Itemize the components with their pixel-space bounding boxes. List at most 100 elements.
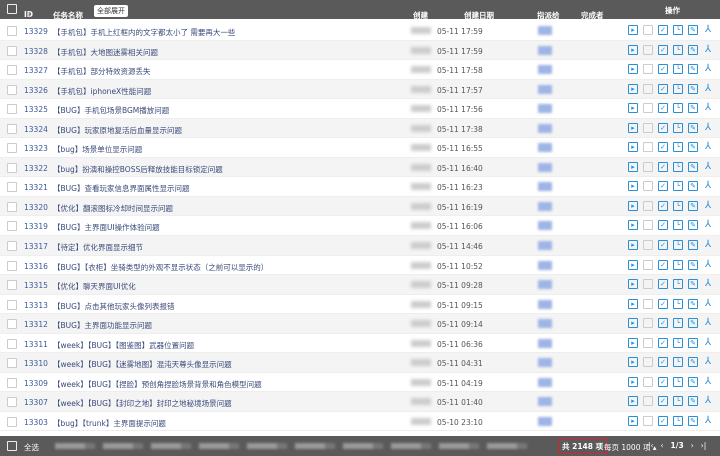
row-checkbox[interactable]	[7, 65, 17, 76]
check-icon[interactable]: ✓	[658, 376, 668, 387]
pause-icon[interactable]	[643, 83, 653, 94]
task-id[interactable]: 13310	[24, 359, 48, 368]
pause-icon[interactable]	[643, 200, 653, 211]
pause-icon[interactable]	[643, 396, 653, 407]
clock-icon[interactable]: └	[673, 122, 683, 133]
tree-icon[interactable]: ⅄	[703, 64, 713, 74]
task-name[interactable]: 【BUG】查看玩家信息界面属性显示问题	[53, 183, 189, 194]
edit-icon[interactable]: ✎	[688, 240, 698, 251]
pause-icon[interactable]	[643, 279, 653, 290]
check-icon[interactable]: ✓	[658, 415, 668, 426]
clock-icon[interactable]: └	[673, 220, 683, 231]
first-page-button[interactable]: |‹	[648, 441, 654, 450]
task-id[interactable]: 13316	[24, 262, 48, 271]
edit-icon[interactable]: ✎	[688, 259, 698, 270]
task-name[interactable]: 【手机包】大地图迷雾相关问题	[53, 47, 158, 58]
row-checkbox[interactable]	[7, 299, 17, 310]
tree-icon[interactable]: ⅄	[703, 279, 713, 289]
expand-all-button[interactable]: 全部展开	[94, 5, 128, 17]
clock-icon[interactable]: └	[673, 200, 683, 211]
task-name[interactable]: 【BUG】玩家原地复活后血量显示问题	[53, 125, 182, 136]
play-icon[interactable]: ▸	[628, 200, 638, 211]
tree-icon[interactable]: ⅄	[703, 396, 713, 406]
edit-icon[interactable]: ✎	[688, 44, 698, 55]
tree-icon[interactable]: ⅄	[703, 376, 713, 387]
check-icon[interactable]: ✓	[658, 122, 668, 133]
task-name[interactable]: 【week】【BUG】【捏脸】预创角捏脸场景背景和角色模型问题	[53, 379, 262, 390]
check-icon[interactable]: ✓	[658, 64, 668, 75]
task-id[interactable]: 13325	[24, 105, 48, 114]
task-name[interactable]: 【手机包】手机上红框内的文字都太小了 需要再大一些	[53, 27, 235, 38]
check-icon[interactable]: ✓	[658, 240, 668, 251]
clock-icon[interactable]: └	[673, 44, 683, 55]
edit-icon[interactable]: ✎	[688, 357, 698, 368]
task-name[interactable]: 【BUG】主界面功能显示问题	[53, 320, 152, 331]
task-id[interactable]: 13312	[24, 320, 48, 329]
task-id[interactable]: 13317	[24, 242, 48, 251]
play-icon[interactable]: ▸	[628, 142, 638, 153]
clock-icon[interactable]: └	[673, 279, 683, 290]
tree-icon[interactable]: ⅄	[703, 415, 713, 426]
pause-icon[interactable]	[643, 337, 653, 348]
task-id[interactable]: 13319	[24, 222, 48, 231]
check-icon[interactable]: ✓	[658, 103, 668, 114]
clock-icon[interactable]: └	[673, 259, 683, 270]
tree-icon[interactable]: ⅄	[703, 122, 713, 133]
play-icon[interactable]: ▸	[628, 298, 638, 309]
check-icon[interactable]: ✓	[658, 318, 668, 329]
play-icon[interactable]: ▸	[628, 103, 638, 114]
play-icon[interactable]: ▸	[628, 181, 638, 192]
check-icon[interactable]: ✓	[658, 44, 668, 55]
check-icon[interactable]: ✓	[658, 25, 668, 35]
pause-icon[interactable]	[643, 415, 653, 426]
task-id[interactable]: 13323	[24, 144, 48, 153]
task-id[interactable]: 13322	[24, 164, 48, 173]
task-id[interactable]: 13329	[24, 27, 48, 36]
tree-icon[interactable]: ⅄	[703, 318, 713, 328]
play-icon[interactable]: ▸	[628, 122, 638, 133]
tree-icon[interactable]: ⅄	[703, 44, 713, 55]
play-icon[interactable]: ▸	[628, 44, 638, 55]
check-icon[interactable]: ✓	[658, 181, 668, 192]
clock-icon[interactable]: └	[673, 142, 683, 153]
check-icon[interactable]: ✓	[658, 161, 668, 172]
clock-icon[interactable]: └	[673, 396, 683, 407]
edit-icon[interactable]: ✎	[688, 200, 698, 211]
check-icon[interactable]: ✓	[658, 220, 668, 231]
clock-icon[interactable]: └	[673, 25, 683, 35]
task-name[interactable]: 【手机包】iphoneX性能问题	[53, 86, 151, 97]
last-page-button[interactable]: ›|	[701, 441, 707, 450]
play-icon[interactable]: ▸	[628, 259, 638, 270]
tree-icon[interactable]: ⅄	[703, 240, 713, 250]
next-page-button[interactable]: ›	[691, 441, 694, 450]
row-checkbox[interactable]	[7, 45, 17, 56]
pause-icon[interactable]	[643, 181, 653, 192]
check-icon[interactable]: ✓	[658, 142, 668, 153]
row-checkbox[interactable]	[7, 319, 17, 330]
row-checkbox[interactable]	[7, 221, 17, 232]
play-icon[interactable]: ▸	[628, 279, 638, 290]
tree-icon[interactable]: ⅄	[703, 181, 713, 191]
pause-icon[interactable]	[643, 376, 653, 387]
task-name[interactable]: 【bug】场景单位显示问题	[53, 144, 142, 155]
edit-icon[interactable]: ✎	[688, 25, 698, 35]
task-name[interactable]: 【BUG】主界面UI操作体验问题	[53, 222, 160, 233]
clock-icon[interactable]: └	[673, 161, 683, 172]
pause-icon[interactable]	[643, 122, 653, 133]
edit-icon[interactable]: ✎	[688, 83, 698, 94]
check-icon[interactable]: ✓	[658, 83, 668, 94]
pause-icon[interactable]	[643, 103, 653, 114]
edit-icon[interactable]: ✎	[688, 181, 698, 192]
play-icon[interactable]: ▸	[628, 337, 638, 348]
task-name[interactable]: 【bug】扮演和操控BOSS后释放技能目标锁定问题	[53, 164, 223, 175]
check-icon[interactable]: ✓	[658, 337, 668, 348]
row-checkbox[interactable]	[7, 377, 17, 388]
check-icon[interactable]: ✓	[658, 396, 668, 407]
check-icon[interactable]: ✓	[658, 279, 668, 290]
tree-icon[interactable]: ⅄	[703, 83, 713, 94]
task-name[interactable]: 【bug】【trunk】主界面提示问题	[53, 418, 166, 429]
edit-icon[interactable]: ✎	[688, 220, 698, 231]
edit-icon[interactable]: ✎	[688, 122, 698, 133]
clock-icon[interactable]: └	[673, 318, 683, 329]
select-all-label[interactable]: 全选	[24, 442, 39, 453]
